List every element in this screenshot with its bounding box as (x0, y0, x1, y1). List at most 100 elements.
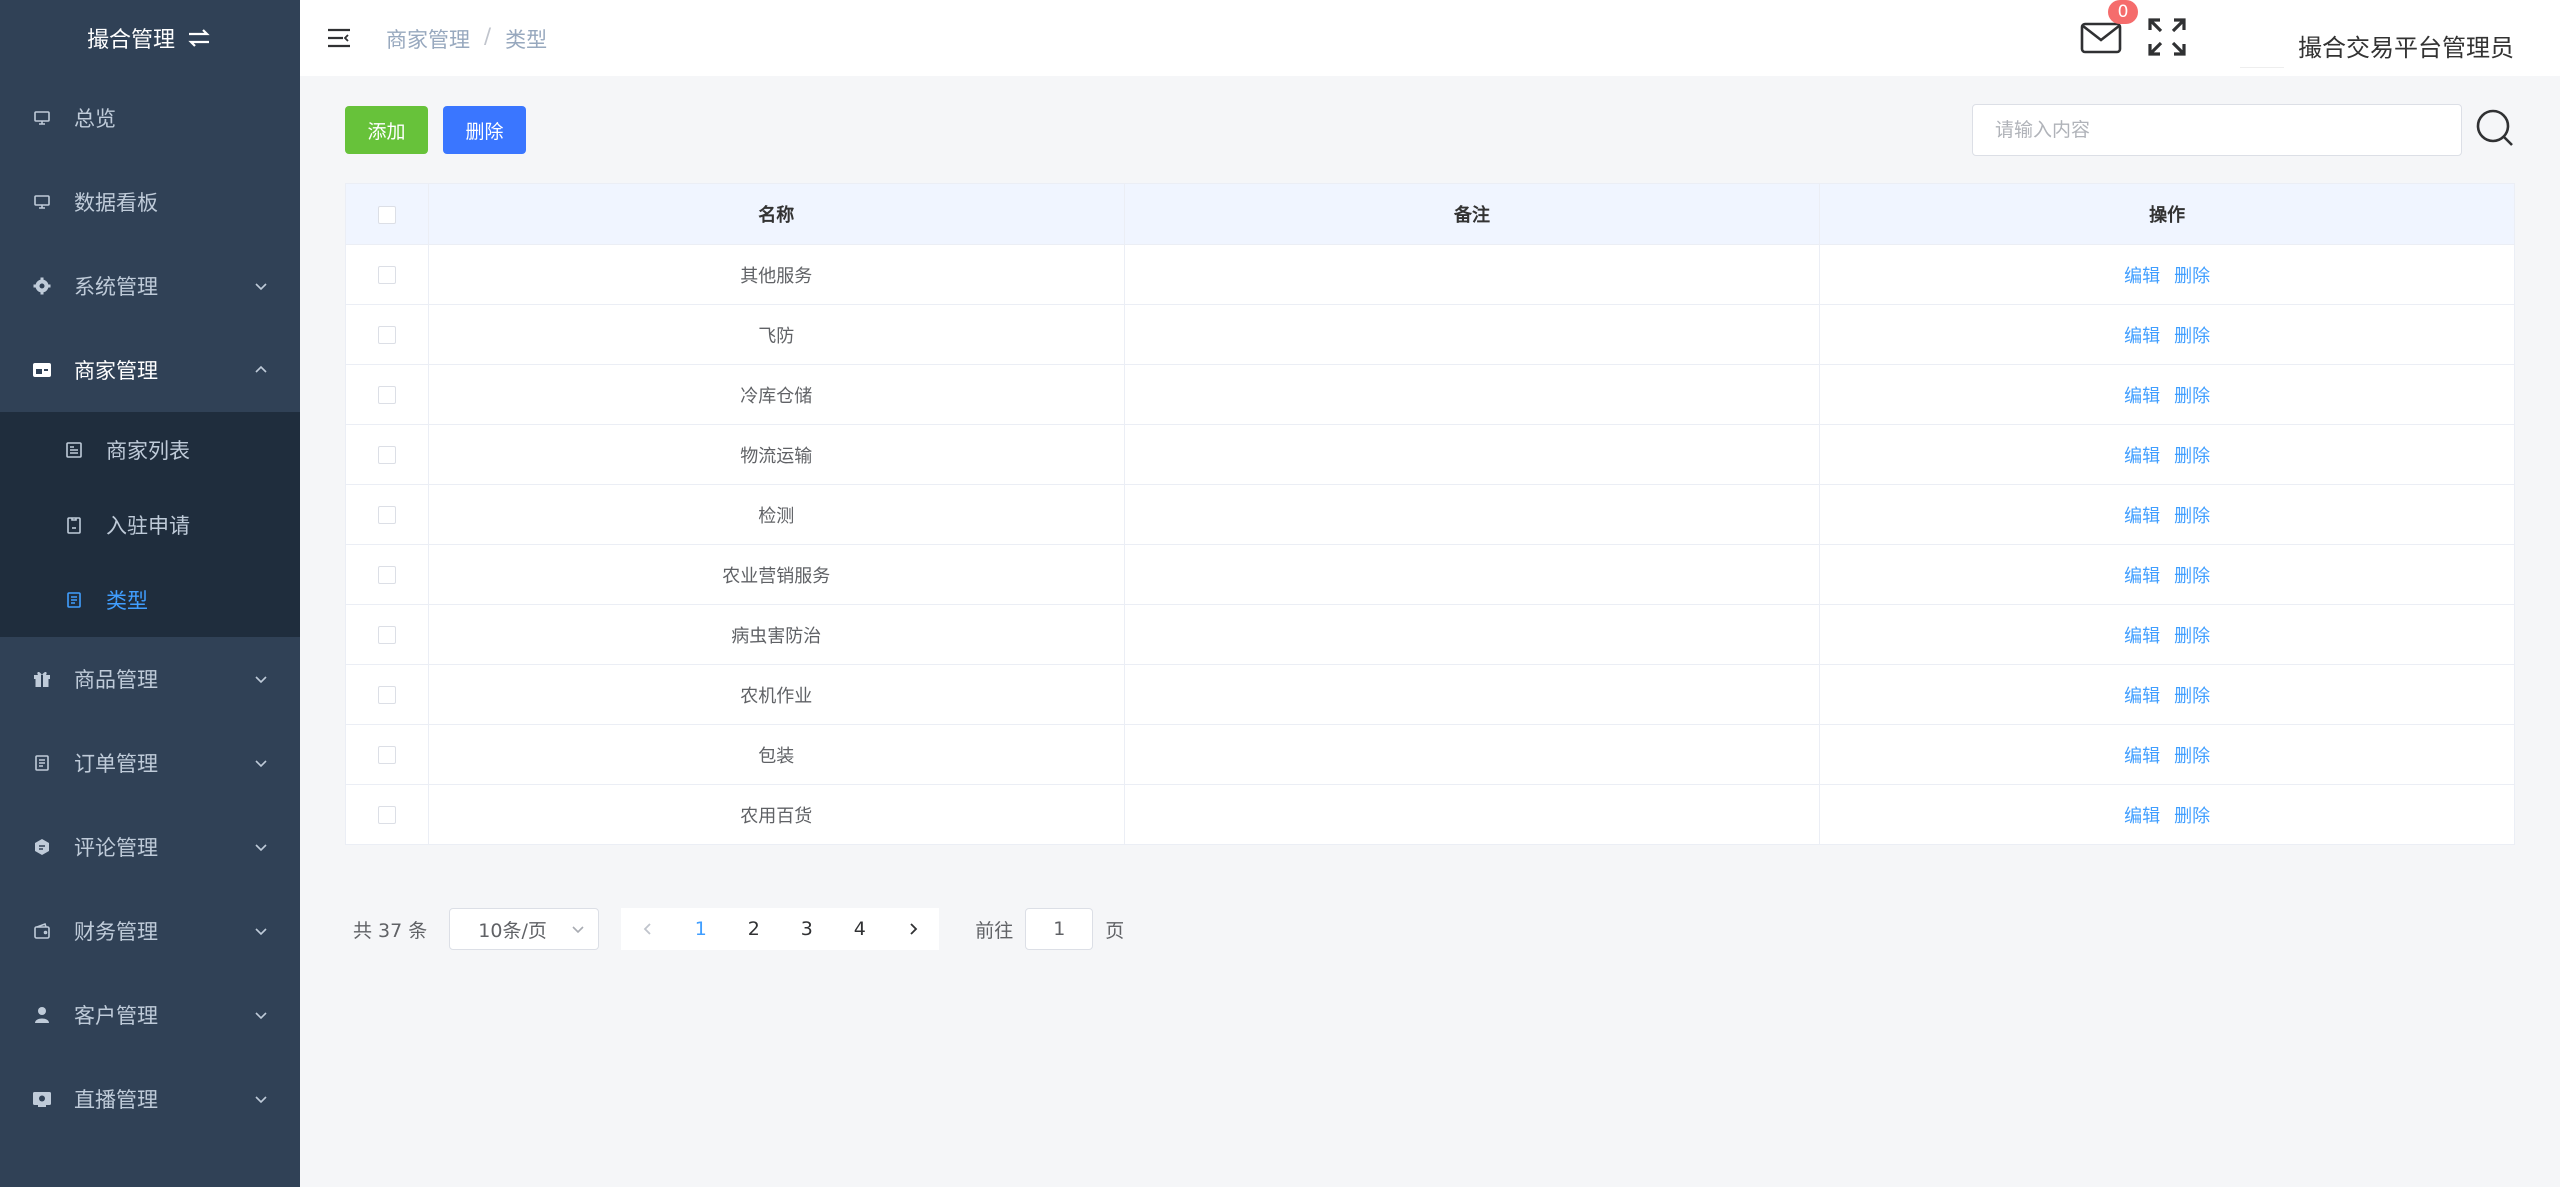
sidebar-item-label: 商家管理 (74, 359, 158, 383)
edit-link[interactable]: 编辑 (2124, 566, 2160, 587)
chevron-down-icon (255, 844, 267, 852)
cell-note (1124, 724, 1821, 785)
table-row: 农用百货 编辑 删除 (345, 784, 2515, 845)
cell-name: 其他服务 (428, 244, 1125, 305)
select-all-checkbox[interactable] (377, 205, 396, 224)
chevron-left-icon (643, 923, 651, 935)
edit-link[interactable]: 编辑 (2124, 626, 2160, 647)
sidebar-item-label: 系统管理 (74, 275, 158, 299)
search-icon[interactable] (2475, 108, 2515, 148)
cell-actions: 编辑 删除 (1819, 424, 2515, 485)
chevron-down-icon (255, 760, 267, 768)
row-checkbox-cell (345, 244, 429, 305)
sidebar-item-comment[interactable]: 评论管理 (0, 805, 300, 889)
table-row: 病虫害防治 编辑 删除 (345, 604, 2515, 665)
edit-link[interactable]: 编辑 (2124, 386, 2160, 407)
sidebar-item-customer[interactable]: 客户管理 (0, 973, 300, 1057)
edit-link[interactable]: 编辑 (2124, 446, 2160, 467)
delete-link[interactable]: 删除 (2174, 806, 2210, 827)
cell-actions: 编辑 删除 (1819, 784, 2515, 845)
edit-link[interactable]: 编辑 (2124, 806, 2160, 827)
sidebar-item-label: 评论管理 (74, 836, 158, 860)
chevron-down-icon (255, 1096, 267, 1104)
document-icon (32, 753, 52, 773)
avatar[interactable] (2240, 10, 2284, 68)
cell-name: 农业营销服务 (428, 544, 1125, 605)
delete-link[interactable]: 删除 (2174, 626, 2210, 647)
row-checkbox[interactable] (377, 566, 396, 584)
gift-icon (32, 669, 52, 689)
row-checkbox[interactable] (377, 326, 396, 344)
delete-link[interactable]: 删除 (2174, 386, 2210, 407)
row-checkbox[interactable] (377, 506, 396, 524)
edit-link[interactable]: 编辑 (2124, 326, 2160, 347)
sidebar-item-order[interactable]: 订单管理 (0, 721, 300, 805)
page-button-2[interactable]: 2 (727, 908, 780, 950)
sidebar-item-label: 直播管理 (74, 1088, 158, 1112)
edit-link[interactable]: 编辑 (2124, 686, 2160, 707)
sidebar-item-system[interactable]: 系统管理 (0, 244, 300, 328)
sidebar-item-overview[interactable]: 总览 (0, 76, 300, 160)
sidebar-title: 撮合管理 (0, 0, 300, 76)
sidebar-item-label: 总览 (74, 107, 116, 131)
edit-link[interactable]: 编辑 (2124, 266, 2160, 287)
row-checkbox[interactable] (377, 746, 396, 764)
delete-link[interactable]: 删除 (2174, 746, 2210, 767)
row-checkbox[interactable] (377, 266, 396, 284)
row-checkbox[interactable] (377, 386, 396, 404)
add-button[interactable]: 添加 (345, 106, 428, 154)
page-size-value: 10条/页 (478, 919, 547, 942)
page-size-select[interactable]: 10条/页 (449, 908, 600, 950)
goto-page-input[interactable] (1025, 908, 1094, 950)
user-icon (32, 1005, 52, 1025)
delete-link[interactable]: 删除 (2174, 266, 2210, 287)
hamburger-icon[interactable] (326, 26, 352, 50)
prev-page-button[interactable] (621, 908, 674, 950)
delete-link[interactable]: 删除 (2174, 686, 2210, 707)
sidebar-item-finance[interactable]: 财务管理 (0, 889, 300, 973)
sidebar-item-merchant[interactable]: 商家管理 (0, 328, 300, 412)
delete-button[interactable]: 删除 (443, 106, 526, 154)
switch-icon[interactable] (185, 26, 213, 50)
edit-link[interactable]: 编辑 (2124, 506, 2160, 527)
page-button-1[interactable]: 1 (674, 908, 727, 950)
search-input[interactable] (1972, 104, 2462, 156)
fullscreen-icon[interactable] (2146, 16, 2188, 58)
sidebar-item-type[interactable]: 类型 (0, 562, 300, 637)
sidebar-item-apply[interactable]: 入驻申请 (0, 487, 300, 562)
table-header-row: 名称 备注 操作 (345, 183, 2515, 245)
table-row: 冷库仓储 编辑 删除 (345, 364, 2515, 425)
mail-icon[interactable] (2080, 18, 2122, 56)
row-checkbox[interactable] (377, 626, 396, 644)
row-checkbox-cell (345, 604, 429, 665)
top-header: 商家管理 / 类型 0 撮合交易平台管理员 (300, 0, 2560, 76)
gear-icon (32, 276, 52, 296)
cell-actions: 编辑 删除 (1819, 544, 2515, 605)
page-button-4[interactable]: 4 (833, 908, 886, 950)
delete-link[interactable]: 删除 (2174, 326, 2210, 347)
sidebar-item-dashboard[interactable]: 数据看板 (0, 160, 300, 244)
delete-link[interactable]: 删除 (2174, 446, 2210, 467)
cell-actions: 编辑 删除 (1819, 724, 2515, 785)
row-checkbox[interactable] (377, 446, 396, 464)
breadcrumb-item[interactable]: 商家管理 (386, 24, 470, 54)
cell-name: 病虫害防治 (428, 604, 1125, 665)
delete-link[interactable]: 删除 (2174, 566, 2210, 587)
next-page-button[interactable] (886, 908, 939, 950)
sidebar-item-live[interactable]: 直播管理 (0, 1057, 300, 1141)
row-checkbox[interactable] (377, 686, 396, 704)
cell-actions: 编辑 删除 (1819, 244, 2515, 305)
pager: 1 2 3 4 (621, 908, 940, 950)
page-button-3[interactable]: 3 (780, 908, 833, 950)
delete-link[interactable]: 删除 (2174, 506, 2210, 527)
cell-note (1124, 424, 1821, 485)
chevron-right-icon (910, 923, 918, 935)
sidebar-item-product[interactable]: 商品管理 (0, 637, 300, 721)
goto-prefix: 前往 (975, 919, 1014, 942)
admin-name[interactable]: 撮合交易平台管理员 (2298, 28, 2514, 63)
row-checkbox[interactable] (377, 806, 396, 824)
clipboard-icon (64, 515, 84, 535)
edit-link[interactable]: 编辑 (2124, 746, 2160, 767)
sidebar-item-label: 财务管理 (74, 920, 158, 944)
sidebar-item-merchant-list[interactable]: 商家列表 (0, 412, 300, 487)
